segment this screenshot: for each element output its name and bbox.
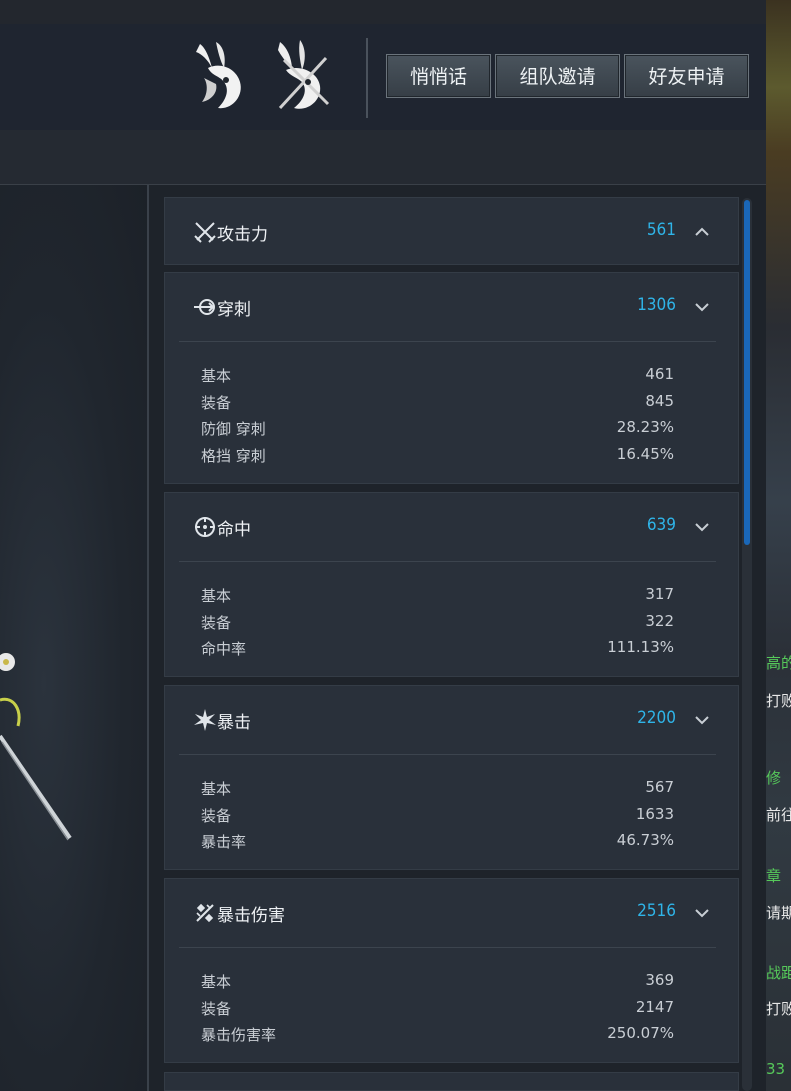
detail-label: 暴击伤害率	[201, 1026, 277, 1044]
rabbit-emblem-icon	[196, 42, 241, 109]
detail-row: 装备 2147	[201, 998, 674, 1024]
edge-text: 修	[766, 769, 782, 787]
detail-value: 322	[645, 612, 674, 630]
detail-label: 格挡 穿刺	[201, 447, 266, 465]
detail-label: 命中率	[201, 640, 247, 658]
detail-label: 暴击率	[201, 833, 247, 851]
detail-label: 防御 穿刺	[201, 420, 266, 438]
detail-value: 567	[645, 778, 674, 796]
stat-title: 暴击伤害	[217, 906, 285, 926]
party-invite-button[interactable]: 组队邀请	[495, 54, 620, 98]
stat-value: 561	[646, 220, 676, 240]
detail-value: 250.07%	[607, 1024, 674, 1042]
detail-row: 装备 845	[201, 392, 674, 418]
detail-value: 28.23%	[616, 418, 674, 436]
stat-card-critical-damage[interactable]: 暴击伤害 2516 基本 369 装备 2147 暴击伤害率 250.07%	[164, 878, 739, 1063]
stat-title: 攻击力	[217, 225, 268, 245]
edge-text: 请期	[766, 904, 791, 922]
friend-request-button[interactable]: 好友申请	[624, 54, 749, 98]
detail-value: 845	[645, 392, 674, 410]
card-divider	[179, 341, 716, 342]
stat-value: 639	[646, 515, 676, 535]
detail-value: 2147	[635, 998, 674, 1016]
detail-label: 基本	[201, 587, 232, 605]
detail-row: 基本 567	[201, 778, 674, 804]
top-strip	[0, 0, 766, 24]
swords-icon	[194, 222, 216, 243]
detail-row: 格挡 穿刺 16.45%	[201, 445, 674, 471]
detail-row: 装备 322	[201, 612, 674, 638]
chevron-down-icon[interactable]	[694, 905, 710, 921]
burst-icon	[194, 709, 216, 731]
stat-card-pierce[interactable]: 穿刺 1306 基本 461 装备 845 防御 穿刺 28.23% 格挡 穿刺 16.…	[164, 272, 739, 484]
detail-row: 命中率 111.13%	[201, 638, 674, 664]
whisper-button[interactable]: 悄悄话	[386, 54, 491, 98]
stat-title: 穿刺	[217, 300, 251, 320]
game-background-edge	[766, 0, 791, 1091]
crit-damage-icon	[196, 903, 214, 923]
detail-label: 装备	[201, 1000, 232, 1018]
sub-toolbar	[0, 130, 766, 185]
chevron-down-icon[interactable]	[694, 519, 710, 535]
stat-title: 暴击	[217, 713, 251, 733]
detail-value: 46.73%	[616, 831, 674, 849]
stat-title: 命中	[217, 520, 251, 540]
chevron-down-icon[interactable]	[694, 299, 710, 315]
detail-label: 装备	[201, 394, 232, 412]
crosshair-icon	[195, 517, 215, 537]
card-divider	[179, 754, 716, 755]
detail-label: 装备	[201, 807, 232, 825]
stat-value: 2516	[637, 901, 676, 921]
detail-value: 461	[645, 365, 674, 383]
edge-text: 章	[766, 867, 782, 885]
detail-label: 基本	[201, 367, 232, 385]
character-weapon-icon	[0, 653, 72, 841]
edge-text: 高的	[766, 654, 791, 672]
detail-row: 基本 369	[201, 971, 674, 997]
stat-card-accuracy[interactable]: 命中 639 基本 317 装备 322 命中率 111.13%	[164, 492, 739, 677]
header-divider	[366, 38, 368, 118]
edge-text: 打败	[766, 1000, 791, 1018]
detail-row: 装备 1633	[201, 805, 674, 831]
detail-value: 317	[645, 585, 674, 603]
detail-value: 111.13%	[607, 638, 674, 656]
stat-value: 1306	[637, 295, 676, 315]
detail-value: 1633	[635, 805, 674, 823]
detail-value: 369	[645, 971, 674, 989]
chevron-down-icon[interactable]	[694, 712, 710, 728]
detail-value: 16.45%	[616, 445, 674, 463]
card-divider	[179, 947, 716, 948]
detail-row: 暴击率 46.73%	[201, 831, 674, 857]
detail-label: 装备	[201, 614, 232, 632]
detail-row: 防御 穿刺 28.23%	[201, 418, 674, 444]
scrollbar-thumb[interactable]	[744, 200, 750, 545]
detail-row: 基本 317	[201, 585, 674, 611]
stat-card-partial[interactable]	[164, 1072, 739, 1091]
edge-text: 前往	[766, 806, 791, 824]
detail-row: 暴击伤害率 250.07%	[201, 1024, 674, 1050]
edge-text: 打败	[766, 692, 791, 710]
card-divider	[179, 561, 716, 562]
character-preview[interactable]	[0, 185, 147, 1091]
rabbit-swords-emblem-icon	[278, 40, 330, 110]
stat-card-attack[interactable]: 攻击力 561	[164, 197, 739, 265]
detail-row: 基本 461	[201, 365, 674, 391]
chevron-up-icon[interactable]	[694, 224, 710, 240]
stat-card-critical[interactable]: 暴击 2200 基本 567 装备 1633 暴击率 46.73%	[164, 685, 739, 870]
detail-label: 基本	[201, 780, 232, 798]
stat-value: 2200	[637, 708, 676, 728]
pierce-icon	[194, 299, 215, 315]
detail-label: 基本	[201, 973, 232, 991]
edge-text: 战距	[766, 964, 791, 982]
edge-text: 33	[766, 1060, 786, 1078]
